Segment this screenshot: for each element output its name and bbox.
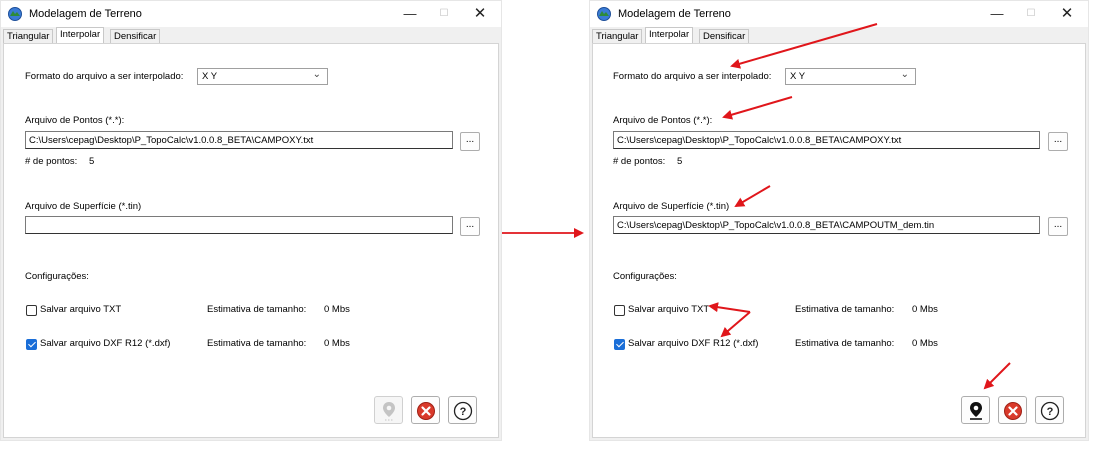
surface-label: Arquivo de Superfície (*.tin) [25,201,142,212]
format-value: X Y [790,71,806,82]
save-txt-label[interactable]: Salvar arquivo TXT [40,304,121,315]
help-button[interactable]: ? [1035,396,1064,424]
close-button[interactable]: ✕ [1052,5,1082,23]
tab-strip: Triangular Interpolar Densificar [3,27,501,44]
svg-text:?: ? [460,406,467,418]
points-path-field[interactable]: C:\Users\cepag\Desktop\P_TopoCalc\v1.0.0… [25,131,453,149]
save-txt-label[interactable]: Salvar arquivo TXT [628,304,709,315]
save-txt-checkbox[interactable] [26,305,37,316]
terrain-app-icon [8,7,22,21]
dxf-estimate-label: Estimativa de tamanho: [207,338,307,349]
points-path-value: C:\Users\cepag\Desktop\P_TopoCalc\v1.0.0… [617,135,902,146]
format-select[interactable]: X Y ⌄ [785,68,916,85]
locate-button[interactable] [961,396,990,424]
format-value: X Y [202,71,218,82]
close-button[interactable]: ✕ [465,5,495,23]
surface-path-field[interactable]: C:\Users\cepag\Desktop\P_TopoCalc\v1.0.0… [613,216,1040,234]
dxf-estimate-value: 0 Mbs [324,338,350,349]
tab-densificar[interactable]: Densificar [110,29,161,43]
cancel-button[interactable] [411,396,440,424]
tab-interpolar[interactable]: Interpolar [645,27,694,43]
terrain-app-icon [597,7,611,21]
points-count-label: # de pontos: [25,156,78,167]
browse-surface-button[interactable]: ... [460,217,480,236]
cancel-icon [417,402,435,420]
interpolar-panel: Formato do arquivo a ser interpolado: X … [3,43,499,438]
cancel-button[interactable] [998,396,1027,424]
txt-estimate-label: Estimativa de tamanho: [795,304,895,315]
dxf-estimate-value: 0 Mbs [912,338,938,349]
points-label: Arquivo de Pontos (*.*): [25,115,125,126]
txt-estimate-value: 0 Mbs [324,304,350,315]
help-button[interactable]: ? [448,396,477,424]
window-title: Modelagem de Terreno [29,8,142,20]
points-count-label: # de pontos: [613,156,666,167]
points-path-value: C:\Users\cepag\Desktop\P_TopoCalc\v1.0.0… [29,135,314,146]
dialog-before: Modelagem de Terreno — ☐ ✕ Triangular In… [0,0,502,441]
chevron-down-icon: ⌄ [312,69,321,80]
points-count-value: 5 [89,156,95,167]
save-dxf-label[interactable]: Salvar arquivo DXF R12 (*.dxf) [40,338,170,349]
interpolar-panel: Formato do arquivo a ser interpolado: X … [592,43,1086,438]
help-icon: ? [453,401,473,421]
surface-label: Arquivo de Superfície (*.tin) [613,201,730,212]
tab-triangular[interactable]: Triangular [3,29,54,43]
help-icon: ? [1040,401,1060,421]
dialog-after: Modelagem de Terreno — ☐ ✕ Triangular In… [589,0,1089,441]
arrow-right-icon [502,228,584,238]
locate-button[interactable] [374,396,403,424]
tab-triangular[interactable]: Triangular [592,29,643,43]
config-label: Configurações: [613,271,677,282]
browse-surface-button[interactable]: ... [1048,217,1068,236]
maximize-button[interactable]: ☐ [429,5,459,23]
cancel-icon [1004,402,1022,420]
surface-path-value: C:\Users\cepag\Desktop\P_TopoCalc\v1.0.0… [617,220,935,231]
tab-densificar[interactable]: Densificar [699,29,750,43]
minimize-button[interactable]: — [982,5,1012,23]
tab-interpolar[interactable]: Interpolar [56,27,105,43]
format-label: Formato do arquivo a ser interpolado: [613,71,772,82]
save-dxf-label[interactable]: Salvar arquivo DXF R12 (*.dxf) [628,338,758,349]
minimize-button[interactable]: — [395,5,425,23]
map-pin-icon [970,402,982,420]
dxf-estimate-label: Estimativa de tamanho: [795,338,895,349]
format-label: Formato do arquivo a ser interpolado: [25,71,184,82]
map-pin-icon [383,402,395,421]
format-select[interactable]: X Y ⌄ [197,68,328,85]
browse-points-button[interactable]: ... [460,132,480,151]
points-path-field[interactable]: C:\Users\cepag\Desktop\P_TopoCalc\v1.0.0… [613,131,1040,149]
surface-path-field[interactable] [25,216,453,234]
save-txt-checkbox[interactable] [614,305,625,316]
title-bar: Modelagem de Terreno — ☐ ✕ [1,1,501,27]
save-dxf-checkbox[interactable] [26,339,37,350]
title-bar: Modelagem de Terreno — ☐ ✕ [590,1,1088,27]
save-dxf-checkbox[interactable] [614,339,625,350]
chevron-down-icon: ⌄ [900,69,909,80]
points-count-value: 5 [677,156,683,167]
points-label: Arquivo de Pontos (*.*): [613,115,713,126]
txt-estimate-value: 0 Mbs [912,304,938,315]
config-label: Configurações: [25,271,89,282]
browse-points-button[interactable]: ... [1048,132,1068,151]
svg-text:?: ? [1047,406,1054,418]
txt-estimate-label: Estimativa de tamanho: [207,304,307,315]
tab-strip: Triangular Interpolar Densificar [592,27,1088,44]
maximize-button[interactable]: ☐ [1016,5,1046,23]
window-title: Modelagem de Terreno [618,8,731,20]
